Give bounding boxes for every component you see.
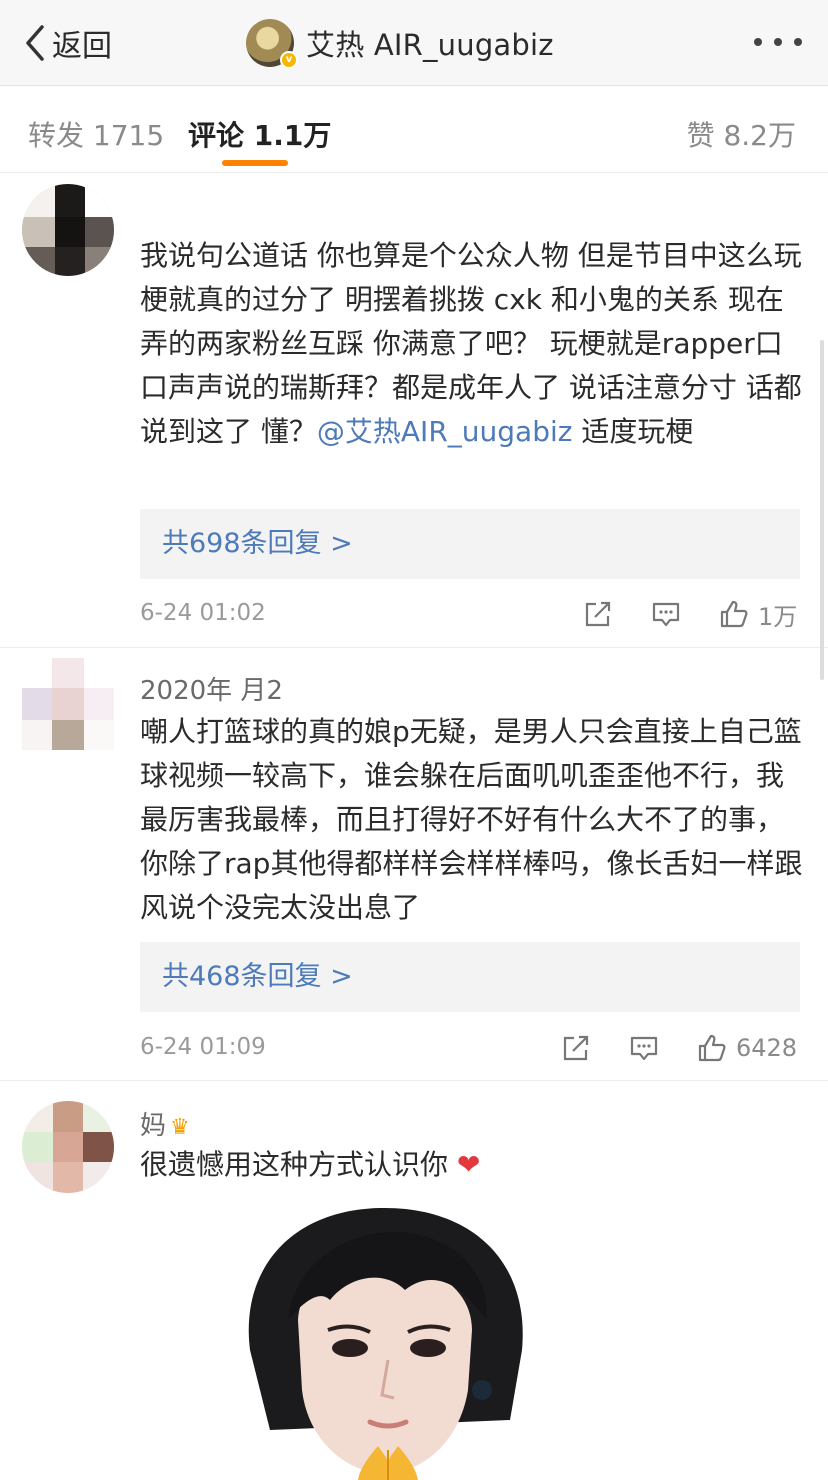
tab-likes[interactable]: 赞 8.2万 [687,114,796,154]
like-button[interactable]: 1万 [718,598,798,631]
commenter-name[interactable]: 2020年 月2 [140,670,283,707]
repost-button[interactable] [560,1032,592,1064]
comment-icon [652,602,680,627]
mention-link[interactable]: @艾热AIR_uugabiz [317,415,573,448]
verified-badge-icon: v [280,51,298,69]
view-replies-button[interactable]: 共698条回复 > [140,509,800,579]
post-author[interactable]: v 艾热 AIR_uugabiz [246,18,554,69]
view-replies-button[interactable]: 共468条回复 > [140,942,800,1012]
commenter-avatar[interactable] [22,1101,114,1193]
chevron-left-icon [26,25,44,61]
top-nav-bar: 返回 v 艾热 AIR_uugabiz [0,0,828,86]
tab-repost[interactable]: 转发 1715 [28,114,164,154]
comment-item: 2020年 月2 嘲人打篮球的真的娘p无疑，是男人只会直接上自己篮球视频一较高下… [0,648,828,1088]
comment-text: 我说句公道话 你也算是个公众人物 但是节目中这么玩梗就真的过分了 明摆着挑拨 c… [140,234,808,454]
reply-button[interactable] [650,598,682,630]
commenter-avatar[interactable] [22,658,114,750]
thumbs-up-icon [720,600,748,628]
comment-text: 嘲人打篮球的真的娘p无疑，是男人只会直接上自己篮球视频一较高下，谁会躲在后面叽叽… [140,715,803,924]
pixelated-avatar-image [22,184,114,276]
commenter-name-text: 妈 [140,1111,167,1141]
more-options-button[interactable] [754,30,802,54]
comment-item: 我说句公道话 你也算是个公众人物 但是节目中这么玩梗就真的过分了 明摆着挑拨 c… [0,174,828,654]
crown-badge-icon: ♛ [170,1115,190,1140]
active-tab-indicator [222,160,288,166]
tab-bar: 转发 1715 评论 1.1万 赞 8.2万 [0,87,828,173]
comment-meta: 6-24 01:02 1万 [140,594,800,634]
share-icon [585,601,611,627]
more-dot-icon [794,38,802,46]
portrait-sticker-graphic [210,1200,590,1480]
commenter-name[interactable]: 妈 ♛ [140,1105,190,1142]
repost-button[interactable] [582,598,614,630]
comment-time: 6-24 01:02 [140,600,266,626]
like-button[interactable]: 6428 [696,1032,797,1064]
heart-emoji-icon: ❤ [456,1148,481,1181]
comment-body: 很遗憾用这种方式认识你 [140,1148,449,1181]
scrollbar[interactable] [820,340,824,680]
pixelated-avatar-image [22,658,114,750]
thumbs-up-icon [698,1034,726,1062]
comment-icon [630,1036,658,1061]
comment-time: 6-24 01:09 [140,1034,266,1060]
pixelated-avatar-image [22,1101,114,1193]
comment-text: 很遗憾用这种方式认识你 ❤ [140,1143,808,1187]
commenter-avatar[interactable] [22,184,114,276]
like-count: 6428 [736,1034,798,1062]
back-label: 返回 [52,29,112,64]
like-count: 1万 [758,602,798,631]
back-button[interactable]: 返回 [22,22,112,64]
more-dot-icon [774,38,782,46]
reply-button[interactable] [628,1032,660,1064]
more-dot-icon [754,38,762,46]
author-avatar[interactable]: v [246,19,298,69]
page-title: 艾热 AIR_uugabiz [306,28,554,62]
share-icon [563,1035,589,1061]
comment-meta: 6-24 01:09 6428 [140,1028,800,1068]
comment-sticker-image[interactable] [210,1200,590,1480]
comment-body-tail: 适度玩梗 [572,415,694,448]
